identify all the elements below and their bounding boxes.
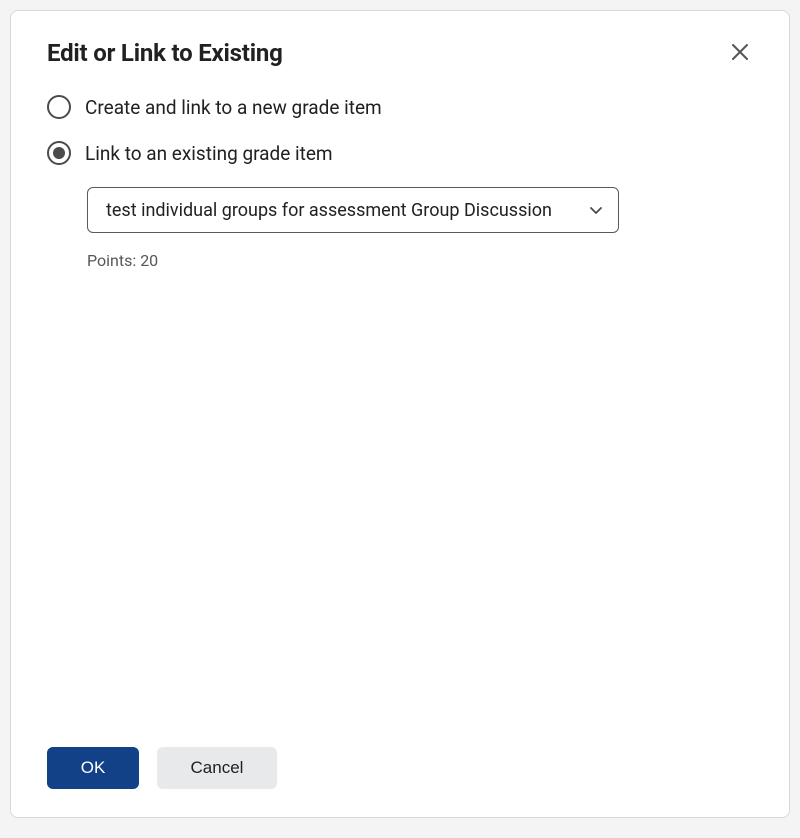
cancel-button[interactable]: Cancel [157, 747, 277, 789]
radio-link[interactable] [47, 141, 71, 165]
points-label: Points: [87, 251, 136, 270]
ok-button[interactable]: OK [47, 747, 139, 789]
link-nested-controls: test individual groups for assessment Gr… [87, 187, 753, 270]
option-create[interactable]: Create and link to a new grade item [47, 95, 753, 119]
option-link[interactable]: Link to an existing grade item [47, 141, 753, 165]
options-group: Create and link to a new grade item Link… [47, 95, 753, 270]
option-create-label: Create and link to a new grade item [85, 96, 382, 119]
points-value: 20 [140, 251, 158, 270]
dialog-spacer [47, 270, 753, 735]
grade-item-select-value: test individual groups for assessment Gr… [106, 200, 552, 221]
points-display: Points: 20 [87, 251, 753, 270]
dialog-header: Edit or Link to Existing [47, 39, 753, 67]
dialog-title: Edit or Link to Existing [47, 39, 283, 67]
chevron-down-icon [588, 202, 604, 218]
edit-link-dialog: Edit or Link to Existing Create and link… [10, 10, 790, 818]
dialog-footer: OK Cancel [47, 735, 753, 789]
close-button[interactable] [727, 39, 753, 65]
grade-item-select[interactable]: test individual groups for assessment Gr… [87, 187, 619, 233]
option-link-label: Link to an existing grade item [85, 142, 333, 165]
close-icon [731, 43, 749, 61]
radio-create[interactable] [47, 95, 71, 119]
